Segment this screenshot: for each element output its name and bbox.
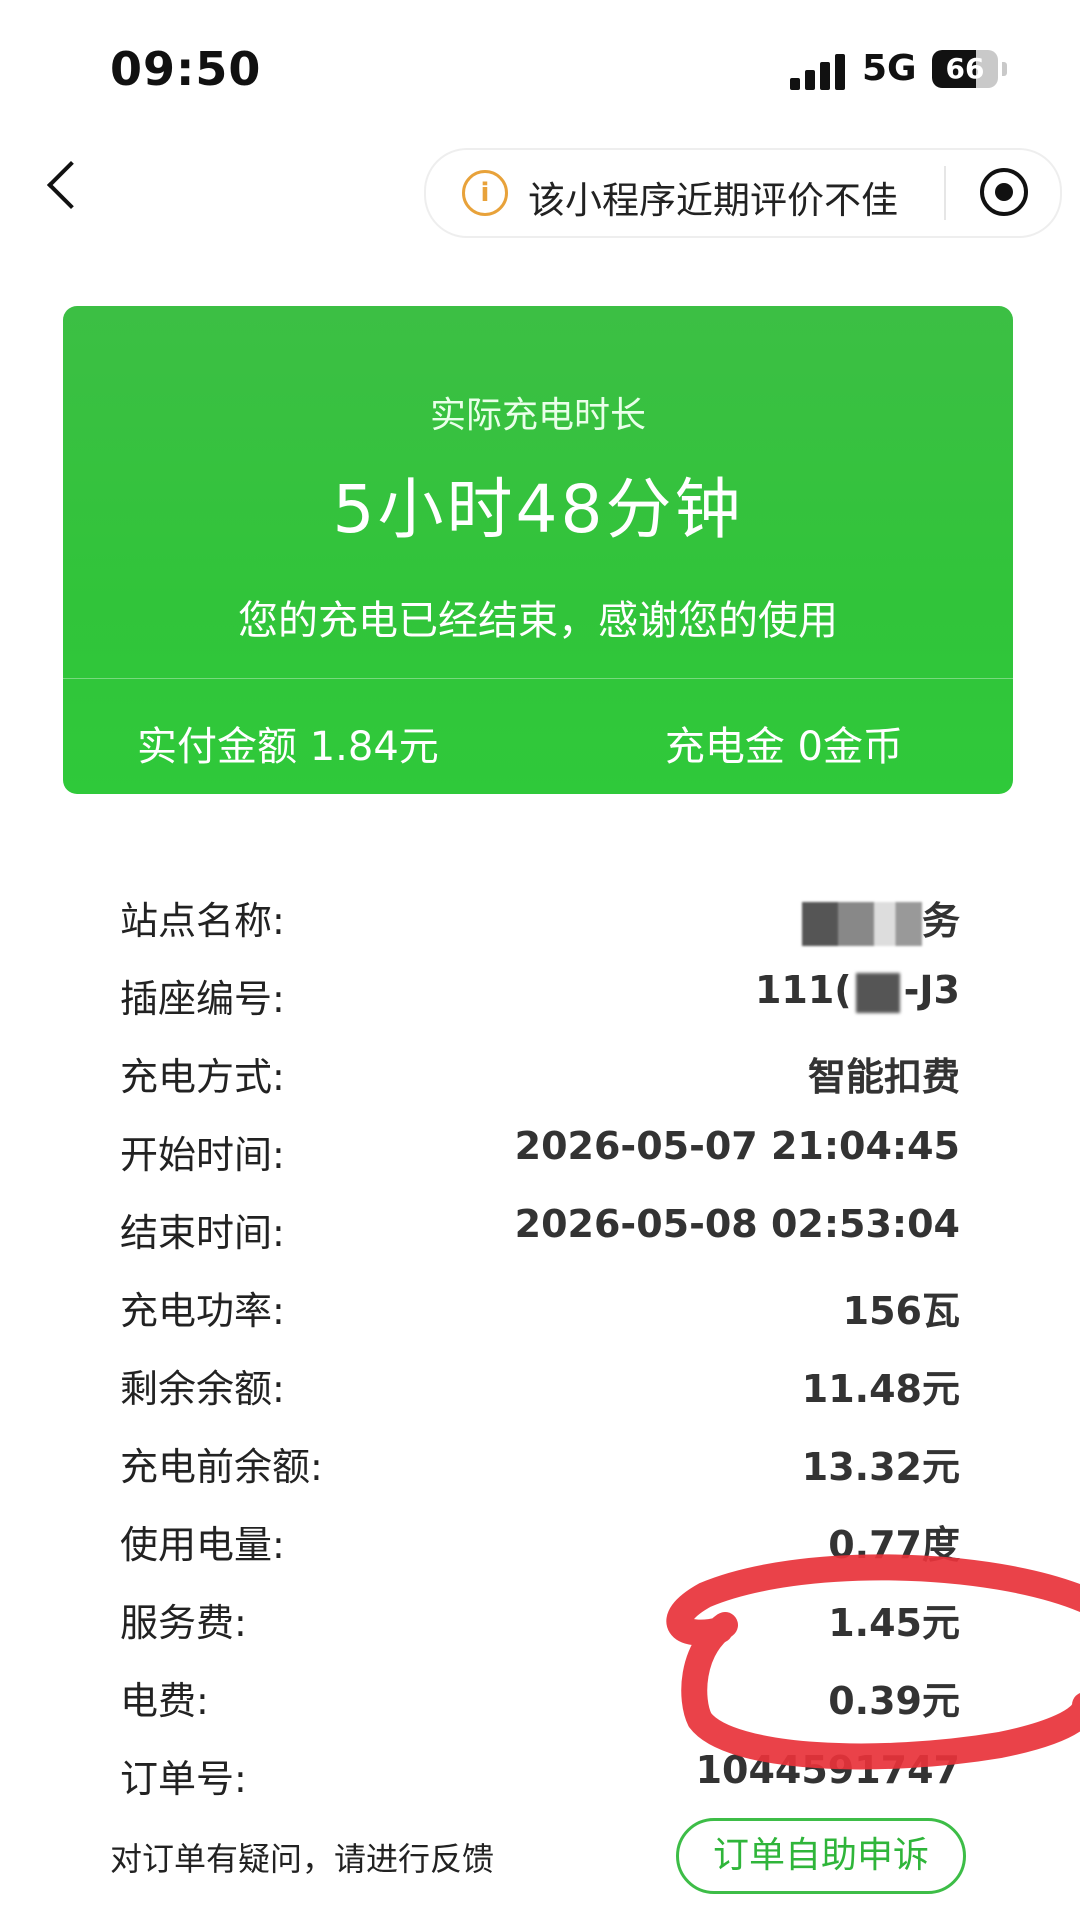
detail-value: 2026-05-08 02:53:04 (514, 1202, 960, 1246)
notice-divider (944, 166, 946, 220)
charging-coins: 充电金 0金币 (664, 724, 903, 770)
station-name-value: 务 (801, 890, 960, 946)
card-divider (63, 678, 1013, 679)
detail-value: 0.77度 (828, 1523, 960, 1567)
detail-label: 充电方式: (120, 1055, 285, 1099)
detail-label: 插座编号: (120, 977, 285, 1021)
detail-label: 充电功率: (120, 1289, 285, 1333)
battery-tip (1002, 62, 1007, 76)
order-appeal-button[interactable]: 订单自助申诉 (676, 1818, 966, 1894)
detail-value: 156瓦 (842, 1289, 960, 1333)
socket-number-value: 111( -J3 (755, 968, 960, 1013)
detail-row-power: 充电功率: 156瓦 (120, 1274, 960, 1334)
detail-row-mode: 充电方式: 智能扣费 (120, 1040, 960, 1100)
detail-label: 电费: (120, 1679, 209, 1723)
detail-row-order-id: 订单号: 1044591747 (120, 1742, 960, 1802)
detail-label: 订单号: (120, 1757, 247, 1801)
paid-amount: 实付金额 1.84元 (137, 724, 439, 770)
duration-value: 5小时48分钟 (332, 471, 744, 548)
detail-label: 开始时间: (120, 1133, 285, 1177)
redacted-mark (801, 901, 922, 946)
finished-message: 您的充电已经结束，感谢您的使用 (238, 598, 838, 644)
battery-level: 66 (945, 52, 985, 85)
notice-text: 该小程序近期评价不佳 (528, 179, 898, 222)
feedback-prompt: 对订单有疑问，请进行反馈 (110, 1840, 495, 1878)
station-suffix: 务 (921, 899, 960, 943)
socket-prefix: 111( (754, 968, 852, 1012)
detail-label: 服务费: (120, 1601, 247, 1645)
detail-value: 智能扣费 (807, 1055, 960, 1099)
detail-label: 使用电量: (120, 1523, 285, 1567)
detail-row-balance: 剩余余额: 11.48元 (120, 1352, 960, 1412)
detail-label: 结束时间: (120, 1211, 285, 1255)
detail-label: 站点名称: (120, 899, 285, 943)
close-miniprogram-icon[interactable] (980, 168, 1028, 216)
detail-value: 0.39元 (828, 1679, 960, 1723)
detail-row-prev-balance: 充电前余额: 13.32元 (120, 1430, 960, 1490)
detail-label: 剩余余额: (120, 1367, 285, 1411)
detail-label: 充电前余额: (120, 1445, 323, 1489)
status-time: 09:50 (110, 42, 262, 96)
back-icon[interactable] (42, 158, 90, 216)
duration-label: 实际充电时长 (429, 395, 646, 436)
detail-value: 13.32元 (801, 1445, 960, 1489)
detail-row-end: 结束时间: 2026-05-08 02:53:04 (120, 1196, 960, 1256)
detail-row-service-fee: 服务费: 1.45元 (120, 1586, 960, 1646)
detail-row-start: 开始时间: 2026-05-07 21:04:45 (120, 1118, 960, 1178)
detail-value: 2026-05-07 21:04:45 (514, 1124, 960, 1168)
detail-value: 11.48元 (801, 1367, 960, 1411)
detail-row-energy: 使用电量: 0.77度 (120, 1508, 960, 1568)
info-icon: i (462, 170, 508, 216)
detail-value: 1.45元 (828, 1601, 960, 1645)
signal-icon (790, 54, 848, 90)
battery-icon: 66 (932, 50, 998, 88)
detail-value: 1044591747 (695, 1748, 960, 1792)
status-bar: 09:50 5G 66 (0, 0, 1080, 140)
socket-suffix: -J3 (903, 968, 960, 1012)
charging-summary-card: 实际充电时长 5小时48分钟 您的充电已经结束，感谢您的使用 实付金额 1.84… (63, 306, 1013, 794)
detail-row-station: 站点名称: 务 (120, 884, 960, 946)
detail-row-socket: 插座编号: 111( -J3 (120, 962, 960, 1022)
redacted-mark (855, 972, 900, 1013)
detail-row-electricity-fee: 电费: 0.39元 (120, 1664, 960, 1724)
rating-notice[interactable]: i 该小程序近期评价不佳 (424, 148, 1062, 238)
network-type: 5G (862, 48, 917, 89)
